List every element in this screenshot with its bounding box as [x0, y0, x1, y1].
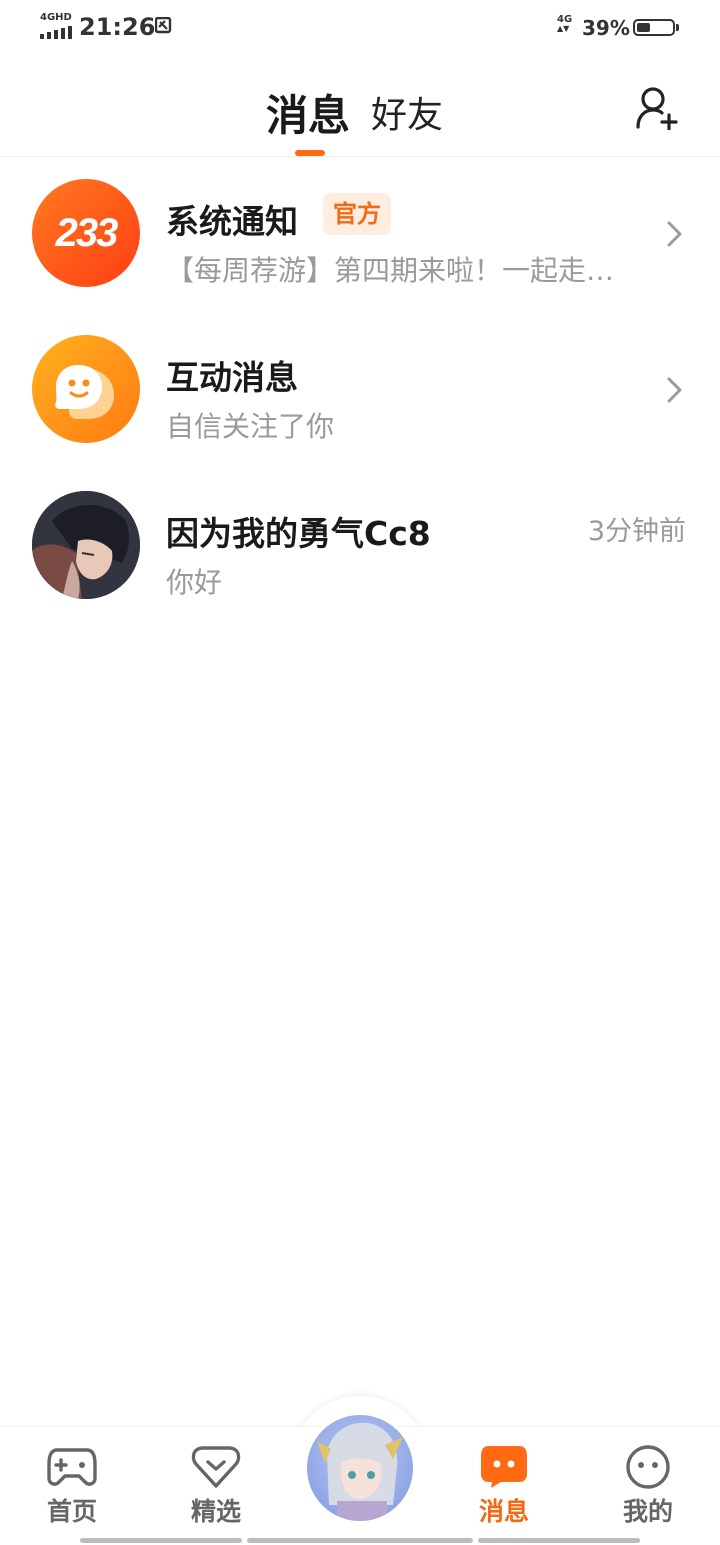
item-title: 系统通知 [166, 202, 298, 241]
logo-233: 233 [55, 210, 119, 255]
item-title: 互动消息 [166, 358, 298, 397]
heart-check-icon [191, 1444, 241, 1490]
add-friend-icon[interactable] [636, 86, 678, 130]
center-game-avatar[interactable] [304, 1412, 416, 1524]
gesture-bar-center[interactable] [247, 1538, 473, 1543]
message-time: 3分钟前 [587, 516, 686, 547]
network-type-right: 4G ▲▼ [557, 14, 573, 34]
nav-label: 精选 [190, 1497, 241, 1526]
anime-boy-avatar [32, 491, 140, 599]
status-time: 21:26 [79, 13, 156, 41]
message-item-user[interactable]: 因为我的勇气Cc8 3分钟前 你好 [0, 469, 720, 625]
status-bar: 4GHD 21:26 4G ▲▼ 39% [0, 0, 720, 58]
interaction-avatar [32, 335, 140, 443]
battery-icon [633, 19, 679, 36]
tab-indicator [295, 150, 325, 156]
nav-featured[interactable]: 精选 [166, 1444, 266, 1528]
anime-girl-avatar [317, 1422, 403, 1521]
chat-face-icon [55, 365, 114, 419]
screenshot-icon [155, 17, 172, 34]
gamepad-icon [47, 1444, 97, 1490]
face-icon [623, 1444, 673, 1490]
system-avatar: 233 [32, 179, 140, 287]
signal-icon [40, 26, 72, 39]
chevron-right-icon [667, 377, 682, 403]
gesture-bar-right [478, 1538, 640, 1543]
message-item-system[interactable]: 233 系统通知 官方 【每周荐游】第四期来啦！一起走… [0, 157, 720, 313]
message-item-interaction[interactable]: 互动消息 自信关注了你 [0, 313, 720, 469]
chevron-right-icon [667, 221, 682, 247]
battery-fill [637, 23, 650, 32]
nav-label: 消息 [478, 1497, 529, 1526]
user-avatar [32, 491, 140, 599]
item-preview: 你好 [166, 566, 223, 599]
header: 消息 好友 [0, 58, 720, 157]
nav-home[interactable]: 首页 [22, 1444, 122, 1528]
network-type-left: 4GHD [40, 12, 72, 23]
item-preview: 【每周荐游】第四期来啦！一起走… [166, 254, 615, 287]
nav-label: 我的 [622, 1497, 673, 1526]
tab-friends[interactable]: 好友 [371, 86, 443, 138]
battery-percent: 39% [582, 16, 630, 40]
gesture-bar-left [80, 1538, 242, 1543]
official-badge: 官方 [323, 193, 391, 235]
chat-bubble-icon [479, 1444, 529, 1490]
item-title: 因为我的勇气Cc8 [166, 514, 431, 553]
tab-messages[interactable]: 消息 [266, 82, 350, 143]
nav-label: 首页 [46, 1497, 97, 1526]
nav-messages[interactable]: 消息 [454, 1444, 554, 1528]
item-preview: 自信关注了你 [166, 410, 335, 443]
nav-profile[interactable]: 我的 [598, 1444, 698, 1528]
